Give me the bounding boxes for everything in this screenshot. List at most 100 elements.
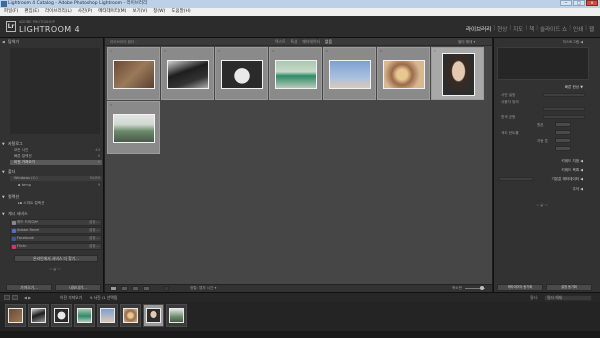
menu-help[interactable]: 도움말(H) xyxy=(171,8,190,16)
keywording-header[interactable]: 키워드 지정 ◀ xyxy=(497,158,589,164)
qd-clarity-stepper[interactable] xyxy=(555,146,571,151)
filter-text[interactable]: 텍스트 xyxy=(275,38,285,46)
survey-view-icon[interactable] xyxy=(143,286,150,291)
module-map[interactable]: 지도 xyxy=(513,25,523,33)
filter-preset-dropdown[interactable]: 필터 해제 ▾ xyxy=(458,38,475,46)
folders-header[interactable]: ▼ 폴더 xyxy=(0,169,104,175)
compare-view-icon[interactable] xyxy=(132,286,139,291)
grid-cell[interactable]: 1 xyxy=(107,47,160,100)
collection-row-smart[interactable]: ▸▪ 스마트 컬렉션 xyxy=(10,201,102,206)
menu-window[interactable]: 창(W) xyxy=(153,8,165,16)
quick-develop-header[interactable]: 빠른 현상 ▼ xyxy=(497,84,589,90)
grid-cell[interactable]: 5 xyxy=(323,47,376,100)
qd-crop-field[interactable] xyxy=(543,107,585,111)
sync-metadata-button[interactable]: 메타데이터 동기화 xyxy=(497,284,543,291)
publish-setup[interactable]: 설정... xyxy=(89,220,99,225)
publish-row-hard-drive[interactable]: 하드 드라이브 설정... xyxy=(10,219,102,226)
navigator-header[interactable]: ◀ 탐색기 xyxy=(0,39,104,45)
grid-cell[interactable]: 8 xyxy=(107,101,160,154)
volume-label: Windows (C:) xyxy=(14,176,38,180)
filmstrip-filter-dropdown[interactable]: 필터 해제 xyxy=(544,295,592,301)
module-print[interactable]: 인쇄 xyxy=(573,25,583,33)
menu-metadata[interactable]: 메타데이터(M) xyxy=(98,8,126,16)
qd-auto-tone-button[interactable] xyxy=(555,130,571,135)
menu-photo[interactable]: 사진(P) xyxy=(78,8,93,16)
filmstrip-thumbnail xyxy=(8,308,23,323)
publish-row-facebook[interactable]: Facebook 설정... xyxy=(10,235,102,242)
filmstrip-cell[interactable] xyxy=(5,304,26,327)
qd-row-crop[interactable] xyxy=(497,106,589,112)
module-separator: | xyxy=(569,25,571,31)
filter-none[interactable]: 없음 xyxy=(325,38,332,46)
minimize-button[interactable]: ─ xyxy=(560,0,572,6)
secondary-window-icon[interactable] xyxy=(12,295,18,300)
sync-settings-button[interactable]: 설정 동기화 xyxy=(546,284,592,291)
catalog-row-quick-collection[interactable]: 빠른 컬렉션 0 xyxy=(10,154,102,159)
menu-file[interactable]: 파일(F) xyxy=(4,8,18,16)
comments-header[interactable]: 주석 ◀ xyxy=(497,186,589,192)
grid-view-icon[interactable] xyxy=(110,286,117,291)
filmstrip-thumbnail xyxy=(146,308,161,323)
loupe-view-icon[interactable] xyxy=(121,286,128,291)
qd-row-white-balance[interactable]: 흰색 균형 xyxy=(497,114,589,120)
catalog-header[interactable]: ▼ 카탈로그 xyxy=(0,141,104,147)
close-button[interactable]: ✕ xyxy=(586,0,598,6)
catalog-row-previous-import[interactable]: 이전 가져오기 9 xyxy=(10,160,102,165)
grid-cell[interactable]: 3 xyxy=(215,47,268,100)
grid-cell[interactable]: 7 xyxy=(431,47,484,100)
module-develop[interactable]: 현상 xyxy=(497,25,507,33)
collections-header[interactable]: ▼ 컬렉션 xyxy=(0,194,104,200)
filmstrip-cell[interactable] xyxy=(51,304,72,327)
filmstrip-cell[interactable] xyxy=(97,304,118,327)
filmstrip-cell[interactable] xyxy=(120,304,141,327)
publish-setup[interactable]: 설정... xyxy=(89,236,99,241)
publish-setup[interactable]: 설정... xyxy=(89,228,99,233)
grid-cell[interactable]: 4 xyxy=(269,47,322,100)
filmstrip-cell[interactable] xyxy=(166,304,187,327)
publish-services-header[interactable]: ▼ 게시 서비스 xyxy=(0,211,104,217)
spray-can-icon[interactable] xyxy=(164,286,169,291)
grid-cell[interactable]: 2 xyxy=(161,47,214,100)
folder-volume[interactable]: Windows (C:) 50/89 xyxy=(10,176,102,181)
grid-cell[interactable]: 6 xyxy=(377,47,430,100)
sort-order-dropdown[interactable]: 정렬: 캡처 시간 ▾ xyxy=(190,285,216,291)
module-book[interactable]: 책 xyxy=(529,25,534,33)
qd-temp-stepper[interactable] xyxy=(555,122,571,127)
export-button[interactable]: 내보내기... xyxy=(55,284,101,291)
folder-row-temp[interactable]: ▪ temp 9 xyxy=(10,183,102,188)
metadata-set-dropdown[interactable] xyxy=(499,177,533,181)
qd-row-preset[interactable]: 사전 설정 xyxy=(497,92,589,98)
qd-preset-field[interactable] xyxy=(543,93,585,97)
cell-index: 8 xyxy=(110,103,112,107)
thumbnail-size-slider-knob[interactable] xyxy=(480,286,484,290)
publish-row-flickr[interactable]: Flickr 설정... xyxy=(10,243,102,250)
qd-exposure-stepper[interactable] xyxy=(555,138,571,143)
filter-attribute[interactable]: 특성 xyxy=(290,38,297,46)
catalog-row-all-photos[interactable]: 모든 사진 43 xyxy=(10,148,102,153)
metadata-header[interactable]: 기본값 메타데이터 ◀ xyxy=(497,176,589,182)
filmstrip-cell[interactable] xyxy=(143,304,164,327)
maximize-button[interactable]: □ xyxy=(573,0,585,6)
filmstrip-cell[interactable] xyxy=(74,304,95,327)
module-slideshow[interactable]: 슬라이드 쇼 xyxy=(540,25,567,33)
primary-window-icon[interactable] xyxy=(4,295,10,300)
publish-row-revel[interactable]: Adobe Revel 설정... xyxy=(10,227,102,234)
module-library[interactable]: 라이브러리 xyxy=(466,25,491,33)
qd-wb-field[interactable] xyxy=(543,115,585,119)
qd-row-tone-control[interactable]: 색조 컨트롤 xyxy=(497,130,589,136)
keyword-list-header[interactable]: 키워드 목록 ◀ xyxy=(497,167,589,173)
publish-setup[interactable]: 설정... xyxy=(89,244,99,249)
histogram-header[interactable]: 히스토그램 ◀ xyxy=(497,39,589,45)
filter-metadata[interactable]: 메타데이터 xyxy=(302,38,319,46)
cell-index: 3 xyxy=(218,49,220,53)
menu-edit[interactable]: 편집(E) xyxy=(24,8,39,16)
module-web[interactable]: 웹 xyxy=(589,25,594,33)
menu-library[interactable]: 라이브러리(L) xyxy=(45,8,72,16)
navigator-preview[interactable] xyxy=(10,48,100,134)
menu-view[interactable]: 보기(V) xyxy=(132,8,147,16)
filmstrip-cell[interactable] xyxy=(28,304,49,327)
find-more-services-button[interactable]: 온라인에서 서비스 더 찾기... xyxy=(14,255,98,262)
publish-label: Facebook xyxy=(17,236,34,240)
import-button[interactable]: 가져오기... xyxy=(6,284,52,291)
publish-label: 하드 드라이브 xyxy=(17,220,38,224)
